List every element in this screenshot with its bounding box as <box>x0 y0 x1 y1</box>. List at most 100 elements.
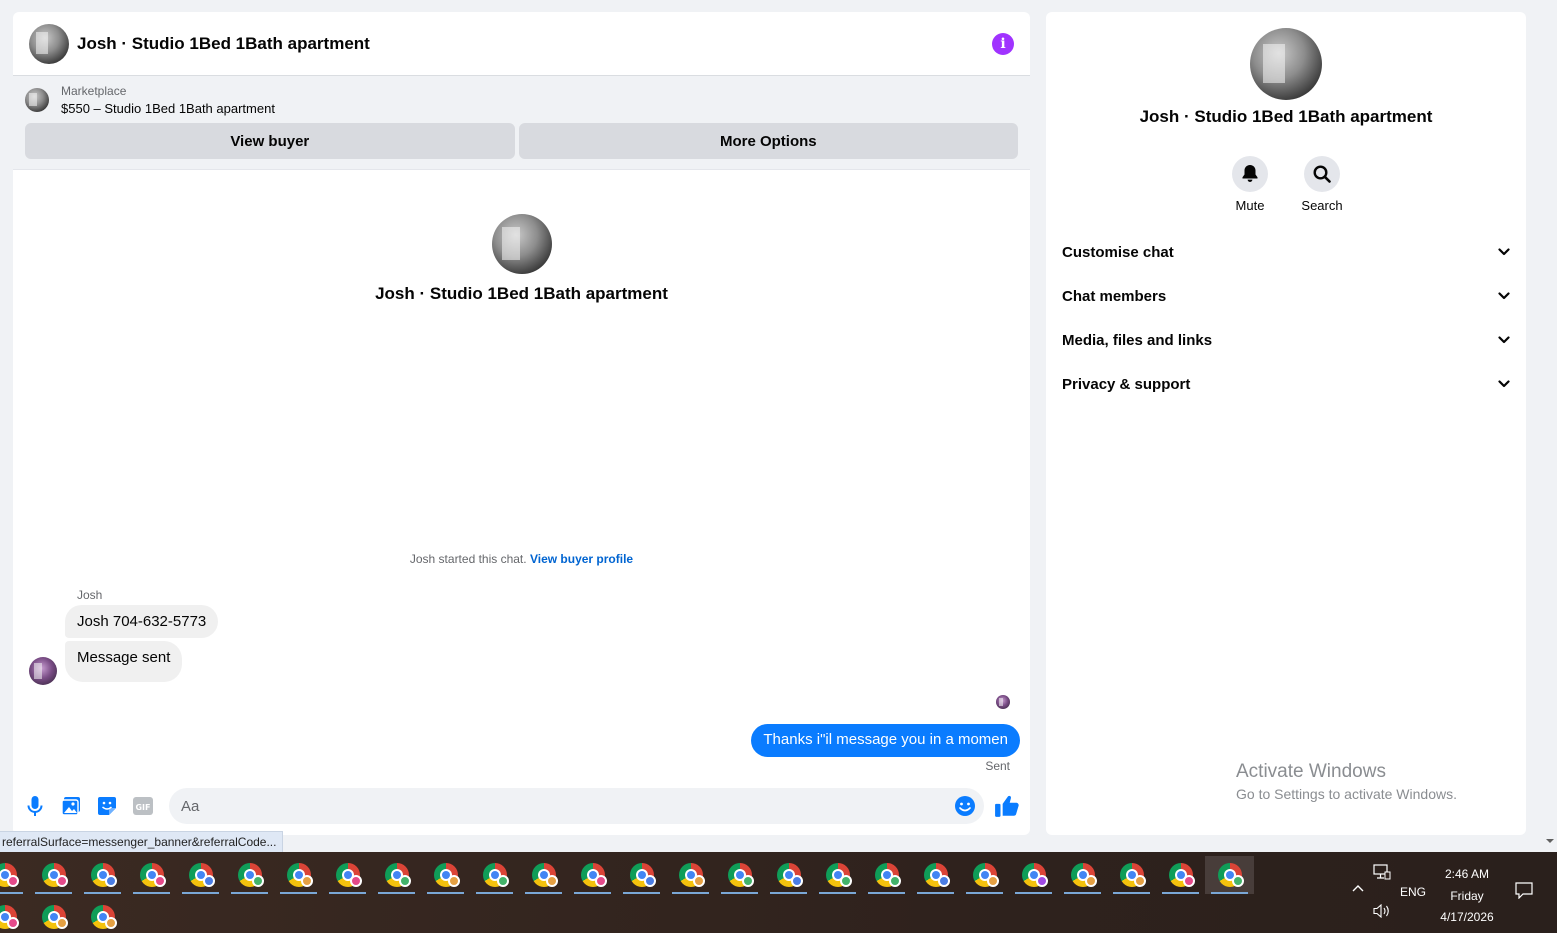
profile-badge-icon <box>840 875 852 887</box>
mute-button[interactable]: Mute <box>1230 156 1270 213</box>
profile-badge-icon <box>56 875 68 887</box>
taskbar-chrome-window[interactable] <box>862 856 911 894</box>
chat-intro: Josh · Studio 1Bed 1Bath apartment <box>13 214 1030 304</box>
search-button[interactable]: Search <box>1301 156 1343 213</box>
marketplace-bar: Marketplace $550 – Studio 1Bed 1Bath apa… <box>13 76 1030 170</box>
taskbar-chrome-window[interactable] <box>323 856 372 894</box>
clock-date: 4/17/2026 <box>1440 910 1494 924</box>
clock[interactable]: 2:46 AM Friday 4/17/2026 <box>1432 864 1502 929</box>
taskbar-chrome-window[interactable] <box>225 856 274 894</box>
profile-badge-icon <box>1036 875 1048 887</box>
message-input[interactable] <box>181 797 954 815</box>
network-icon[interactable] <box>1373 864 1391 880</box>
profile-badge-icon <box>56 917 68 929</box>
info-avatar[interactable] <box>1250 28 1322 100</box>
bell-icon <box>1232 156 1268 192</box>
clock-day: Friday <box>1450 888 1484 903</box>
system-tray: ENG 2:46 AM Friday 4/17/2026 <box>1340 852 1557 933</box>
outgoing-message[interactable]: Thanks i"il message you in a momen <box>751 724 1020 757</box>
profile-badge-icon <box>203 875 215 887</box>
chat-started-notice: Josh started this chat. View buyer profi… <box>13 552 1030 566</box>
profile-badge-icon <box>7 917 19 929</box>
taskbar-chrome-window[interactable] <box>176 856 225 894</box>
link-status-url: referralSurface=messenger_banner&referra… <box>0 831 284 853</box>
taskbar-chrome-window[interactable] <box>617 856 666 894</box>
section-label: Media, files and links <box>1062 331 1213 349</box>
conversation-info-panel: Josh · Studio 1Bed 1Bath apartment Mute … <box>1046 12 1526 835</box>
taskbar-chrome-window[interactable] <box>911 856 960 894</box>
gif-icon[interactable]: GIF <box>131 794 155 818</box>
taskbar-chrome-window[interactable] <box>78 856 127 894</box>
taskbar-chrome-window[interactable] <box>0 898 29 933</box>
profile-badge-icon <box>644 875 656 887</box>
taskbar-chrome-window[interactable] <box>29 898 78 933</box>
taskbar-chrome-window[interactable] <box>470 856 519 894</box>
sender-avatar[interactable] <box>29 657 57 685</box>
taskbar-chrome-window[interactable] <box>568 856 617 894</box>
search-label: Search <box>1301 198 1343 213</box>
profile-badge-icon <box>7 875 19 887</box>
taskbar-chrome-window[interactable] <box>1205 856 1254 894</box>
scroll-down-arrow-icon[interactable] <box>1545 836 1555 846</box>
volume-icon[interactable] <box>1373 904 1391 918</box>
taskbar-chrome-window[interactable] <box>421 856 470 894</box>
taskbar-chrome-window[interactable] <box>1156 856 1205 894</box>
taskbar-chrome-window[interactable] <box>666 856 715 894</box>
profile-badge-icon <box>448 875 460 887</box>
taskbar-chrome-window[interactable] <box>274 856 323 894</box>
incoming-message[interactable]: Josh 704-632-5773 <box>65 605 219 638</box>
profile-badge-icon <box>1134 875 1146 887</box>
profile-badge-icon <box>252 875 264 887</box>
profile-badge-icon <box>742 875 754 887</box>
taskbar-chrome-window[interactable] <box>764 856 813 894</box>
incoming-message[interactable]: Message sent <box>65 641 183 682</box>
taskbar-chrome-window[interactable] <box>29 856 78 894</box>
search-icon <box>1304 156 1340 192</box>
section-customise-chat[interactable]: Customise chat <box>1054 230 1518 274</box>
conversation-avatar[interactable] <box>29 23 69 64</box>
taskbar-chrome-window[interactable] <box>715 856 764 894</box>
taskbar-chrome-window[interactable] <box>78 898 127 933</box>
listing-thumbnail[interactable] <box>25 88 49 112</box>
profile-badge-icon <box>301 875 313 887</box>
section-privacy-support[interactable]: Privacy & support <box>1054 362 1518 406</box>
taskbar-chrome-window[interactable] <box>960 856 1009 894</box>
taskbar-chrome-window[interactable] <box>1009 856 1058 894</box>
sticker-icon[interactable] <box>95 794 119 818</box>
chevron-up-icon[interactable] <box>1351 883 1365 893</box>
taskbar-chrome-window[interactable] <box>813 856 862 894</box>
section-chat-members[interactable]: Chat members <box>1054 274 1518 318</box>
watermark-subtitle: Go to Settings to activate Windows. <box>1236 786 1457 802</box>
info-sections: Customise chat Chat members Media, files… <box>1054 230 1518 406</box>
section-label: Customise chat <box>1062 243 1174 261</box>
sender-name: Josh <box>77 588 103 602</box>
profile-badge-icon <box>889 875 901 887</box>
taskbar-chrome-window[interactable] <box>127 856 176 894</box>
notification-center-icon[interactable] <box>1515 882 1533 899</box>
taskbar-chrome-window[interactable] <box>1107 856 1156 894</box>
seen-by-avatar <box>996 695 1010 709</box>
microphone-icon[interactable] <box>23 794 47 818</box>
intro-avatar[interactable] <box>491 214 552 274</box>
photo-icon[interactable] <box>59 794 83 818</box>
listing-title[interactable]: $550 – Studio 1Bed 1Bath apartment <box>61 101 275 116</box>
taskbar-chrome-window[interactable] <box>1058 856 1107 894</box>
view-buyer-profile-link[interactable]: View buyer profile <box>530 552 633 566</box>
profile-badge-icon <box>399 875 411 887</box>
marketplace-label: Marketplace <box>61 84 127 98</box>
view-buyer-button[interactable]: View buyer <box>25 123 515 159</box>
profile-badge-icon <box>105 875 117 887</box>
info-icon[interactable]: i <box>992 32 1014 55</box>
emoji-icon[interactable] <box>954 795 976 817</box>
taskbar-chrome-window[interactable] <box>372 856 421 894</box>
taskbar-chrome-window[interactable] <box>519 856 568 894</box>
language-indicator[interactable]: ENG <box>1400 885 1426 899</box>
section-media-files-links[interactable]: Media, files and links <box>1054 318 1518 362</box>
taskbar-row <box>0 898 127 933</box>
taskbar-chrome-window[interactable] <box>0 856 29 894</box>
chevron-down-icon <box>1498 336 1510 344</box>
profile-badge-icon <box>1085 875 1097 887</box>
thumbs-up-icon[interactable] <box>994 793 1020 819</box>
chat-title[interactable]: Josh · Studio 1Bed 1Bath apartment <box>77 34 370 54</box>
more-options-button[interactable]: More Options <box>518 123 1018 159</box>
